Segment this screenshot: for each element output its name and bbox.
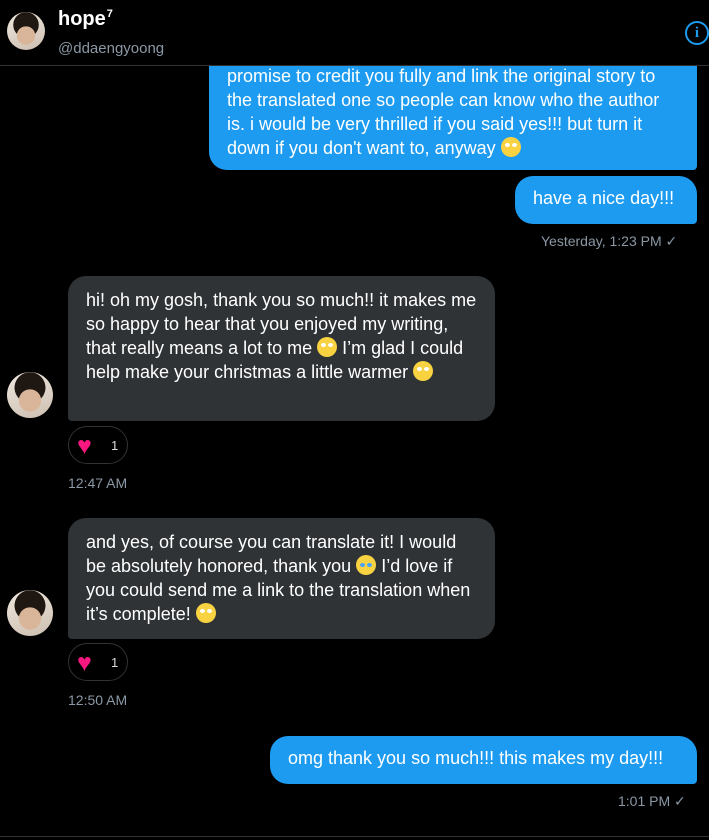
rolling-eyes-emoji-icon [195, 603, 216, 623]
heart-icon: ♥ [77, 649, 92, 677]
page-title: hope7 [58, 8, 113, 31]
message-text: have a nice day!!! [533, 188, 675, 208]
contact-handle: @ddaengyoong [58, 40, 165, 57]
message-timestamp: Yesterday, 1:23 PM ✓ [541, 233, 678, 249]
rolling-eyes-emoji-icon [413, 361, 434, 381]
avatar[interactable] [7, 372, 53, 418]
heart-icon: ♥ [77, 432, 92, 460]
incoming-message: and yes, of course you can translate it!… [68, 518, 495, 639]
reaction-chip[interactable]: ♥ 1 [68, 643, 128, 681]
message-timestamp: 12:50 AM [68, 692, 128, 708]
avatar[interactable] [7, 12, 45, 50]
rolling-eyes-emoji-icon [317, 337, 338, 357]
outgoing-message: promise to credit you fully and link the… [209, 56, 697, 170]
incoming-message: hi! oh my gosh, thank you so much!! it m… [68, 276, 495, 421]
message-timestamp: 12:47 AM [68, 475, 128, 491]
reaction-chip[interactable]: ♥ 1 [68, 426, 128, 464]
outgoing-message: omg thank you so much!!! this makes my d… [270, 736, 697, 784]
reaction-count: 1 [111, 655, 119, 670]
avatar[interactable] [7, 590, 53, 636]
contact-name: hope [58, 8, 106, 30]
message-text: omg thank you so much!!! this makes my d… [288, 748, 664, 768]
name-superscript: 7 [106, 8, 113, 21]
outgoing-message: have a nice day!!! [515, 176, 697, 224]
conversation-header: hope7 @ddaengyoong i [0, 0, 709, 66]
divider [0, 836, 709, 837]
rolling-eyes-emoji-icon [500, 137, 521, 157]
message-text: promise to credit you fully and link the… [227, 66, 660, 158]
reaction-count: 1 [111, 438, 119, 453]
message-timestamp: 1:01 PM ✓ [618, 793, 686, 809]
info-icon[interactable]: i [685, 21, 709, 45]
crying-emoji-icon [356, 555, 377, 575]
